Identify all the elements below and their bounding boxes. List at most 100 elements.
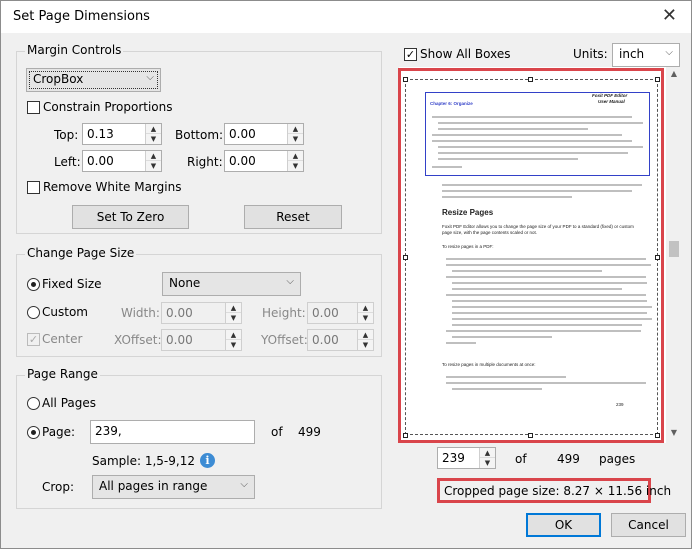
dialog-title: Set Page Dimensions — [13, 9, 150, 24]
stepper-buttons: ▲ ▼ — [287, 124, 303, 144]
page-radio[interactable] — [27, 426, 40, 439]
set-to-zero-button[interactable]: Set To Zero — [72, 205, 189, 229]
info-icon[interactable]: i — [200, 453, 215, 468]
close-icon[interactable]: ✕ — [662, 5, 677, 26]
stepper-down-icon[interactable]: ▼ — [480, 458, 495, 468]
fixed-size-label: Fixed Size — [42, 277, 102, 291]
chevron-down-icon: ⌵ — [286, 276, 294, 287]
of-label: of — [271, 425, 283, 439]
preview-of-label: of — [515, 452, 527, 466]
crop-value: All pages in range — [99, 479, 208, 493]
title-bar: Set Page Dimensions ✕ — [1, 1, 691, 33]
width-stepper[interactable]: 0.00 ▲ ▼ — [161, 302, 242, 324]
bottom-margin-stepper[interactable]: 0.00 ▲ ▼ — [224, 123, 304, 145]
units-label: Units: — [573, 47, 608, 61]
fixed-size-value: None — [169, 276, 201, 290]
stepper-up-icon[interactable]: ▲ — [226, 303, 241, 313]
stepper-buttons: ▲ ▼ — [357, 330, 373, 350]
center-checkbox[interactable]: ✓ — [27, 333, 40, 346]
preview-total-pages: 499 — [557, 452, 580, 466]
constrain-proportions-checkbox[interactable] — [27, 101, 40, 114]
stepper-up-icon[interactable]: ▲ — [358, 330, 373, 340]
scroll-down-icon[interactable]: ▼ — [666, 428, 682, 437]
set-page-dimensions-dialog: Set Page Dimensions ✕ Margin Controls Cr… — [0, 0, 692, 549]
left-label: Left: — [54, 155, 81, 169]
units-value: inch — [619, 47, 645, 61]
stepper-up-icon[interactable]: ▲ — [288, 124, 303, 134]
constrain-proportions-label: Constrain Proportions — [43, 100, 173, 114]
yoffset-label: YOffset: — [261, 333, 308, 347]
fixed-size-radio[interactable] — [27, 278, 40, 291]
left-margin-stepper[interactable]: 0.00 ▲ ▼ — [82, 150, 162, 172]
right-margin-stepper[interactable]: 0.00 ▲ ▼ — [224, 150, 304, 172]
scroll-up-icon[interactable]: ▲ — [666, 69, 682, 78]
xoffset-stepper[interactable]: 0.00 ▲ ▼ — [161, 329, 242, 351]
yoffset-stepper[interactable]: 0.00 ▲ ▼ — [307, 329, 374, 351]
height-label: Height: — [262, 306, 306, 320]
box-type-value: CropBox — [33, 72, 84, 86]
height-value: 0.00 — [312, 306, 339, 320]
change-page-size-label: Change Page Size — [25, 246, 137, 260]
crop-select[interactable]: All pages in range ⌵ — [92, 475, 255, 499]
all-pages-radio[interactable] — [27, 397, 40, 410]
reset-button[interactable]: Reset — [244, 205, 342, 229]
stepper-down-icon[interactable]: ▼ — [358, 313, 373, 323]
stepper-up-icon[interactable]: ▲ — [226, 330, 241, 340]
height-stepper[interactable]: 0.00 ▲ ▼ — [307, 302, 374, 324]
stepper-down-icon[interactable]: ▼ — [146, 161, 161, 171]
stepper-up-icon[interactable]: ▲ — [480, 448, 495, 458]
preview-page-value: 239 — [442, 451, 465, 465]
stepper-buttons: ▲ ▼ — [145, 151, 161, 171]
right-margin-value: 0.00 — [229, 154, 256, 168]
cropped-page-size: Cropped page size: 8.27 × 11.56 inch — [444, 484, 672, 498]
radio-selected-dot — [31, 430, 36, 435]
width-label: Width: — [121, 306, 160, 320]
top-margin-stepper[interactable]: 0.13 ▲ ▼ — [82, 123, 162, 145]
cancel-button[interactable]: Cancel — [611, 513, 686, 537]
center-label: Center — [42, 332, 83, 346]
chevron-down-icon: ⌵ — [146, 72, 154, 83]
stepper-up-icon[interactable]: ▲ — [358, 303, 373, 313]
stepper-buttons: ▲ ▼ — [225, 303, 241, 323]
stepper-down-icon[interactable]: ▼ — [226, 340, 241, 350]
yoffset-value: 0.00 — [312, 333, 339, 347]
show-all-boxes-checkbox[interactable]: ✓ — [404, 48, 417, 61]
custom-label: Custom — [42, 305, 88, 319]
all-pages-label: All Pages — [42, 396, 96, 410]
crop-label: Crop: — [42, 480, 75, 494]
stepper-buttons: ▲ ▼ — [479, 448, 495, 468]
stepper-up-icon[interactable]: ▲ — [146, 124, 161, 134]
chevron-down-icon: ⌵ — [240, 479, 248, 490]
total-pages: 499 — [298, 425, 321, 439]
remove-white-margins-label: Remove White Margins — [43, 180, 182, 194]
page-label: Page: — [42, 425, 76, 439]
preview-scrollbar[interactable]: ▲ ▼ — [666, 67, 682, 443]
stepper-buttons: ▲ ▼ — [225, 330, 241, 350]
xoffset-value: 0.00 — [166, 333, 193, 347]
top-label: Top: — [54, 128, 79, 142]
custom-radio[interactable] — [27, 306, 40, 319]
stepper-down-icon[interactable]: ▼ — [288, 134, 303, 144]
stepper-down-icon[interactable]: ▼ — [288, 161, 303, 171]
ok-button[interactable]: OK — [526, 513, 601, 537]
preview-page-stepper[interactable]: 239 ▲ ▼ — [437, 447, 496, 469]
stepper-up-icon[interactable]: ▲ — [146, 151, 161, 161]
stepper-down-icon[interactable]: ▼ — [146, 134, 161, 144]
stepper-buttons: ▲ ▼ — [357, 303, 373, 323]
page-range-value: 239, — [95, 424, 122, 438]
stepper-down-icon[interactable]: ▼ — [358, 340, 373, 350]
fixed-size-select[interactable]: None ⌵ — [162, 272, 301, 296]
stepper-down-icon[interactable]: ▼ — [226, 313, 241, 323]
box-type-select[interactable]: CropBox ⌵ — [26, 68, 161, 92]
units-select[interactable]: inch ⌵ — [612, 43, 680, 67]
preview-highlight — [398, 68, 664, 443]
remove-white-margins-checkbox[interactable] — [27, 181, 40, 194]
top-margin-value: 0.13 — [87, 127, 114, 141]
stepper-up-icon[interactable]: ▲ — [288, 151, 303, 161]
preview-pages-label: pages — [599, 452, 636, 466]
bottom-label: Bottom: — [175, 128, 224, 142]
stepper-buttons: ▲ ▼ — [145, 124, 161, 144]
stepper-buttons: ▲ ▼ — [287, 151, 303, 171]
page-range-input[interactable]: 239, — [90, 420, 255, 444]
scrollbar-thumb[interactable] — [669, 241, 679, 257]
